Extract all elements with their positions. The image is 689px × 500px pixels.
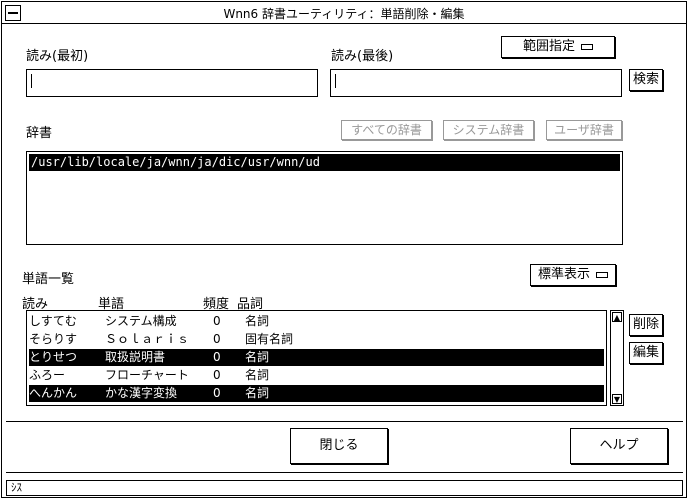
scroll-down-arrow-icon[interactable]: ▼	[612, 394, 622, 404]
dictionary-label: 辞書	[26, 126, 53, 141]
word-list-scrollbar[interactable]: ▲ ▼	[610, 310, 624, 406]
word-cell-word: 取扱説明書	[105, 350, 166, 364]
word-cell-freq: 0	[213, 350, 221, 364]
dictionary-list-item[interactable]: /usr/lib/locale/ja/wnn/ja/dic/usr/wnn/ud	[29, 154, 620, 171]
text-cursor-icon	[335, 74, 338, 88]
word-cell-yomi: ふろー	[29, 368, 66, 382]
edit-button[interactable]: 編集	[629, 342, 663, 364]
close-button[interactable]: 閉じる	[290, 428, 388, 464]
word-cell-pos: 名詞	[245, 350, 270, 364]
word-cell-yomi: そらりす	[29, 332, 78, 346]
search-button[interactable]: 検索	[629, 69, 663, 91]
word-list-row[interactable]: とりせつ 取扱説明書 0 名詞	[29, 349, 604, 366]
yomi-last-label: 読み(最後)	[331, 49, 394, 64]
word-list-row[interactable]: しすてむ システム構成 0 名詞	[29, 313, 604, 330]
scroll-up-arrow-icon[interactable]: ▲	[612, 312, 622, 322]
user-dictionary-button[interactable]: ユーザ辞書	[546, 120, 622, 140]
dictionary-list[interactable]: /usr/lib/locale/ja/wnn/ja/dic/usr/wnn/ud	[26, 151, 623, 245]
range-select-button[interactable]: 範囲指定	[501, 36, 615, 58]
word-cell-pos: 名詞	[245, 368, 270, 382]
word-cell-freq: 0	[213, 332, 221, 346]
word-cell-word: Ｓｏｌａｒｉｓ	[105, 332, 190, 346]
word-cell-word: かな漢字変換	[105, 386, 178, 400]
word-cell-freq: 0	[213, 386, 221, 400]
word-list-row[interactable]: ふろー フローチャート 0 名詞	[29, 367, 604, 384]
word-cell-word: システム構成	[105, 314, 177, 328]
yomi-first-input[interactable]	[26, 69, 318, 97]
word-cell-freq: 0	[213, 314, 221, 328]
word-list-row[interactable]: そらりす Ｓｏｌａｒｉｓ 0 固有名詞	[29, 331, 604, 348]
word-cell-yomi: しすてむ	[29, 314, 77, 328]
system-dictionary-button[interactable]: システム辞書	[443, 120, 534, 140]
word-list[interactable]: しすてむ システム構成 0 名詞 そらりす Ｓｏｌａｒｉｓ 0 固有名詞 とりせつ 取扱説明書 0 名…	[26, 310, 607, 406]
option-menu-icon	[596, 271, 608, 278]
word-list-row[interactable]: へんかん かな漢字変換 0 名詞	[29, 385, 604, 402]
word-list-label: 単語一覧	[22, 272, 75, 287]
title-bar[interactable]: Wnn6 辞書ユーティリティ：単語削除・編集	[2, 2, 686, 24]
separator	[6, 472, 683, 473]
yomi-last-input[interactable]	[330, 69, 622, 97]
all-dictionaries-button[interactable]: すべての辞書	[341, 120, 432, 140]
word-cell-yomi: へんかん	[29, 386, 78, 400]
display-mode-button[interactable]: 標準表示	[530, 264, 616, 286]
word-cell-pos: 名詞	[245, 386, 270, 400]
word-cell-pos: 固有名詞	[245, 332, 294, 346]
input-mode-indicator: ｼｽ	[11, 481, 22, 494]
separator	[6, 421, 683, 422]
word-cell-pos: 名詞	[245, 314, 270, 328]
option-menu-icon	[581, 43, 593, 50]
word-cell-yomi: とりせつ	[29, 350, 78, 364]
word-cell-freq: 0	[213, 368, 221, 382]
status-bar: ｼｽ	[6, 480, 683, 496]
help-button[interactable]: ヘルプ	[570, 428, 668, 464]
word-cell-word: フローチャート	[105, 368, 189, 382]
window-title: Wnn6 辞書ユーティリティ：単語削除・編集	[223, 7, 465, 21]
text-cursor-icon	[31, 74, 34, 88]
range-select-label: 範囲指定	[522, 39, 575, 54]
yomi-first-label: 読み(最初)	[26, 49, 89, 64]
display-mode-label: 標準表示	[537, 267, 590, 282]
delete-button[interactable]: 削除	[629, 314, 663, 336]
